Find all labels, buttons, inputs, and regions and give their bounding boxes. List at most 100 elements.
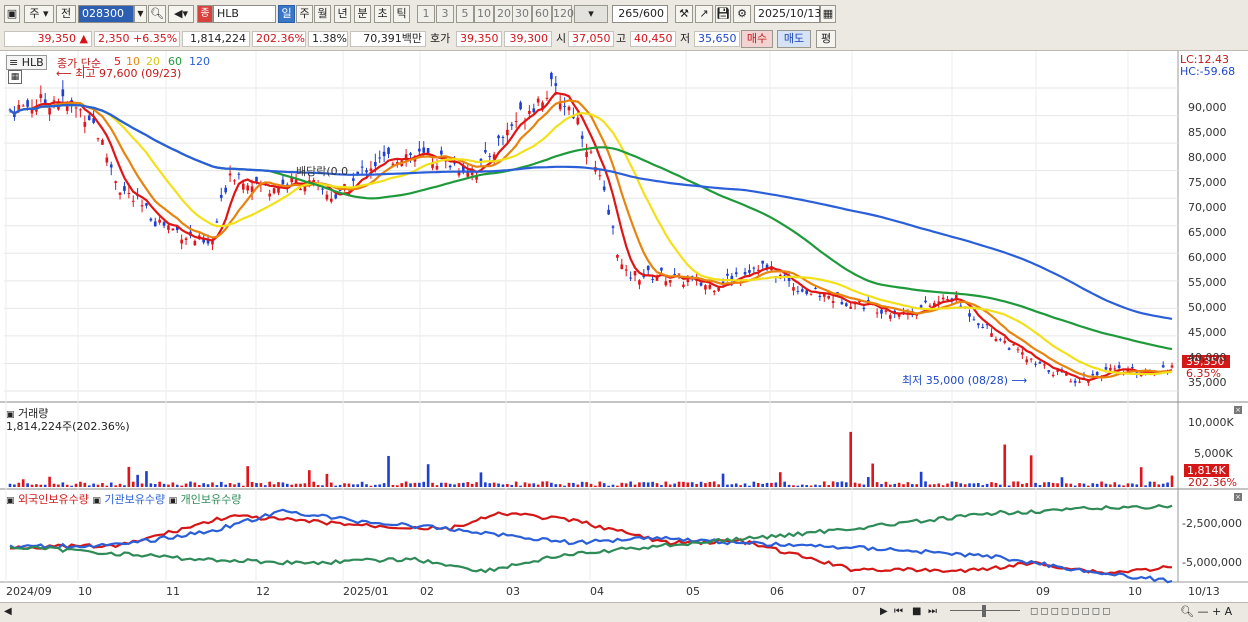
candle-body [1109,367,1112,371]
stock-name-field[interactable]: HLB [213,5,276,23]
volume-bar [712,481,716,487]
bottom-scrollbar[interactable]: ◀ ▶ ⏮ ■ ⏭ ◻◻◻◻◻◻◻◻ 🔍︎ — + A [0,602,1248,622]
legend-marker-individual-icon: ▣ [168,496,178,506]
volume-bar [686,482,690,487]
volume-bar [246,466,249,487]
volume-bar [550,482,553,487]
window-icon[interactable]: ▣ [4,5,20,23]
volume-bar [532,483,536,487]
market-select[interactable]: 주 ▾ [24,5,54,23]
buy-button[interactable]: 매수 [741,30,773,48]
period-2-button[interactable]: 월 [314,5,331,23]
institution-holdings-line [9,508,1173,584]
candle-body [131,200,135,202]
menu-icon[interactable]: ≡ [9,56,18,69]
candle-body [1117,365,1121,369]
stop-icon[interactable]: ■ [912,606,921,617]
volume-bar [1007,485,1011,487]
volume-bar [426,464,430,487]
zoom-tools-icons[interactable]: ◻◻◻◻◻◻◻◻ [1030,606,1112,617]
interval-dropdown[interactable]: ▾ [574,5,608,23]
open-label: 시 [556,32,567,45]
period-6-button[interactable]: 틱 [393,5,410,23]
sell-button[interactable]: 매도 [777,30,811,48]
volume-bar [506,483,509,487]
candle-body [83,122,87,127]
period-0-button[interactable]: 일 [278,5,295,23]
settings-gear-icon[interactable]: ⚙ [733,5,751,23]
scroll-end-icon[interactable]: ⏭ [928,606,937,617]
candle-body [620,264,624,270]
price-tick-6: 60,000 [1188,251,1227,264]
eval-button[interactable]: 평 [816,30,836,48]
volume-bar [92,483,95,487]
candle-body [219,194,223,198]
table-icon[interactable]: ▦ [8,70,22,84]
date-field[interactable]: 2025/10/13 [754,5,821,23]
line-tool-icon[interactable]: ↗ [695,5,713,23]
scroll-start-icon[interactable]: ⏮ [894,606,903,617]
volume-bar [145,471,148,487]
volume-bar [167,484,170,487]
period-3-button[interactable]: 년 [334,5,351,23]
chart-tools-icon[interactable]: ⚒ [675,5,693,23]
interval-60-button[interactable]: 60 [532,5,552,23]
save-icon[interactable]: 💾︎ [715,5,731,23]
interval-10-button[interactable]: 10 [474,5,494,23]
period-4-button[interactable]: 분 [354,5,371,23]
candle-body [972,319,976,321]
volume-bar [673,483,676,487]
volume-bar [211,482,214,487]
period-1-button[interactable]: 주 [296,5,313,23]
candle-body [875,312,879,314]
volume-bar [858,483,861,487]
calendar-icon[interactable]: ▦ [820,5,836,23]
turnover-rate: 1.38% [308,31,348,47]
candle-body [418,148,421,152]
bar-count-field[interactable]: 265/600 [612,5,668,23]
interval-1-button[interactable]: 1 [417,5,435,23]
zoom-slider-thumb[interactable] [982,605,986,617]
volume-panel-close-icon[interactable]: × [1234,406,1242,414]
volume-bar [792,485,795,487]
candle-body [422,147,426,153]
candle-body [1069,381,1073,383]
interval-30-button[interactable]: 30 [512,5,532,23]
volume-bar [255,483,258,487]
interval-120-button[interactable]: 120 [552,5,574,23]
scroll-right-icon[interactable]: ▶ [880,606,888,617]
volume-bar [783,481,786,487]
volume-bar [972,483,976,487]
volume-bar [294,483,298,487]
volume-bar [347,483,351,487]
volume-bar [814,484,817,487]
zoom-controls-icon[interactable]: 🔍︎ — + A [1180,605,1232,618]
volume-bar [902,484,905,487]
candle-body [752,267,756,269]
volume-bar [1166,482,1169,487]
interval-5-button[interactable]: 5 [456,5,474,23]
candle-body [928,305,932,307]
volume-bar [440,482,443,487]
prev-button[interactable]: 전 [56,5,76,23]
code-dropdown-icon[interactable]: ▼ [134,5,147,23]
search-icon[interactable]: 🔍︎ [148,5,166,23]
volume-bar [752,481,756,487]
candle-body [39,94,43,98]
interval-20-button[interactable]: 20 [494,5,514,23]
volume-bar [1003,444,1007,487]
price-value: 39,350 [37,32,77,45]
speaker-icon[interactable]: ◀▾ [168,5,194,23]
volume-bar [977,483,980,487]
interval-3-button[interactable]: 3 [436,5,454,23]
scroll-left-icon[interactable]: ◀ [4,606,12,617]
holdings-panel-close-icon[interactable]: × [1234,493,1242,501]
chart-canvas[interactable] [0,51,1248,602]
candle-body [171,228,175,231]
stock-code-input[interactable]: 028300 [78,5,134,23]
volume-bar [994,482,998,487]
dividend-label: 배당락(0.0 [296,165,349,178]
volume-bar [717,484,720,487]
x-tick-9: 06 [770,585,784,598]
period-5-button[interactable]: 초 [374,5,391,23]
